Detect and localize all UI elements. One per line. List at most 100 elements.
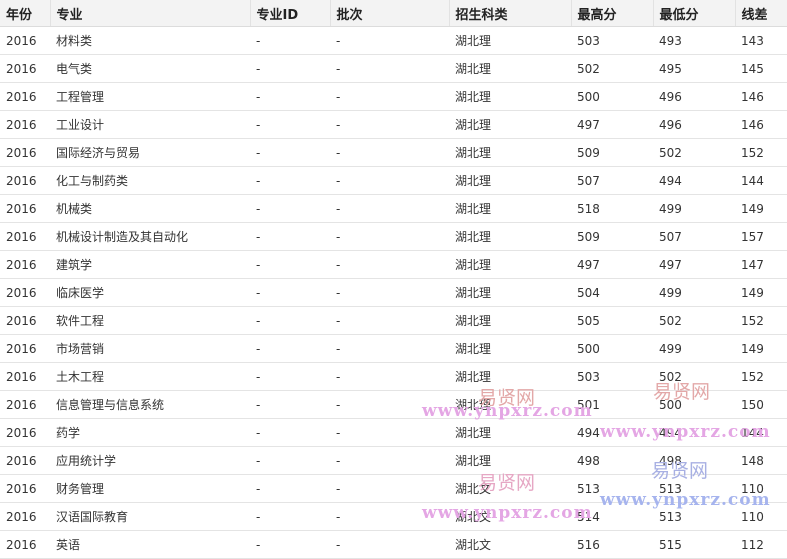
cell-batch: -: [330, 250, 449, 279]
table-row: 2016 建筑学 - - 湖北理 497 497 147: [0, 250, 787, 279]
cell-major-id: -: [250, 26, 330, 55]
cell-major: 建筑学: [50, 250, 250, 279]
cell-min-score: 494: [653, 166, 735, 195]
table-body: 2016 材料类 - - 湖北理 503 493 143 2016 电气类 - - 湖北理 502 495 1…: [0, 26, 787, 559]
cell-max-score: 498: [571, 446, 653, 475]
cell-category: 湖北理: [449, 54, 571, 83]
cell-major: 信息管理与信息系统: [50, 390, 250, 419]
cell-year: 2016: [0, 250, 50, 279]
cell-line-diff: 110: [735, 474, 787, 503]
header-max-score: 最高分: [571, 0, 654, 27]
cell-line-diff: 152: [735, 362, 787, 391]
header-batch: 批次: [330, 0, 450, 27]
cell-max-score: 500: [571, 82, 653, 111]
cell-major: 汉语国际教育: [50, 502, 250, 531]
cell-category: 湖北理: [449, 194, 571, 223]
table-row: 2016 应用统计学 - - 湖北理 498 498 148: [0, 446, 787, 475]
cell-year: 2016: [0, 306, 50, 335]
table-header: 年份 专业 专业ID 批次 招生科类 最高分 最低分 线差: [0, 0, 787, 27]
table-row: 2016 汉语国际教育 - - 湖北文 514 513 110: [0, 502, 787, 531]
cell-year: 2016: [0, 446, 50, 475]
cell-max-score: 497: [571, 250, 653, 279]
cell-line-diff: 146: [735, 82, 787, 111]
cell-major: 市场营销: [50, 334, 250, 363]
cell-line-diff: 144: [735, 166, 787, 195]
cell-line-diff: 145: [735, 54, 787, 83]
cell-max-score: 503: [571, 26, 653, 55]
header-line-diff: 线差: [735, 0, 787, 27]
cell-major: 国际经济与贸易: [50, 138, 250, 167]
cell-min-score: 495: [653, 54, 735, 83]
cell-year: 2016: [0, 138, 50, 167]
cell-line-diff: 149: [735, 278, 787, 307]
cell-category: 湖北理: [449, 418, 571, 447]
cell-major-id: -: [250, 138, 330, 167]
cell-line-diff: 148: [735, 446, 787, 475]
cell-min-score: 502: [653, 138, 735, 167]
table-row: 2016 土木工程 - - 湖北理 503 502 152: [0, 362, 787, 391]
cell-max-score: 513: [571, 474, 653, 503]
cell-min-score: 513: [653, 474, 735, 503]
cell-major: 电气类: [50, 54, 250, 83]
cell-category: 湖北理: [449, 166, 571, 195]
cell-max-score: 500: [571, 334, 653, 363]
cell-batch: -: [330, 110, 449, 139]
cell-major-id: -: [250, 502, 330, 531]
cell-batch: -: [330, 26, 449, 55]
cell-major-id: -: [250, 530, 330, 559]
cell-max-score: 503: [571, 362, 653, 391]
cell-major-id: -: [250, 82, 330, 111]
cell-year: 2016: [0, 278, 50, 307]
cell-line-diff: 112: [735, 530, 787, 559]
cell-year: 2016: [0, 222, 50, 251]
cell-major: 材料类: [50, 26, 250, 55]
table-row: 2016 信息管理与信息系统 - - 湖北理 501 500 150: [0, 390, 787, 419]
cell-batch: -: [330, 474, 449, 503]
cell-min-score: 515: [653, 530, 735, 559]
cell-major: 财务管理: [50, 474, 250, 503]
cell-line-diff: 152: [735, 306, 787, 335]
cell-category: 湖北文: [449, 530, 571, 559]
cell-batch: -: [330, 418, 449, 447]
cell-min-score: 499: [653, 278, 735, 307]
cell-line-diff: 143: [735, 26, 787, 55]
cell-major-id: -: [250, 362, 330, 391]
cell-category: 湖北理: [449, 362, 571, 391]
cell-line-diff: 110: [735, 502, 787, 531]
cell-year: 2016: [0, 110, 50, 139]
cell-batch: -: [330, 278, 449, 307]
cell-major: 英语: [50, 530, 250, 559]
cell-batch: -: [330, 138, 449, 167]
cell-max-score: 507: [571, 166, 653, 195]
table-row: 2016 临床医学 - - 湖北理 504 499 149: [0, 278, 787, 307]
cell-category: 湖北理: [449, 222, 571, 251]
cell-category: 湖北理: [449, 82, 571, 111]
cell-category: 湖北理: [449, 110, 571, 139]
table-row: 2016 电气类 - - 湖北理 502 495 145: [0, 54, 787, 83]
cell-year: 2016: [0, 362, 50, 391]
cell-category: 湖北理: [449, 138, 571, 167]
cell-year: 2016: [0, 418, 50, 447]
cell-major: 土木工程: [50, 362, 250, 391]
table-row: 2016 材料类 - - 湖北理 503 493 143: [0, 26, 787, 55]
cell-year: 2016: [0, 530, 50, 559]
cell-min-score: 502: [653, 362, 735, 391]
header-major: 专业: [50, 0, 251, 27]
cell-min-score: 497: [653, 250, 735, 279]
cell-major: 应用统计学: [50, 446, 250, 475]
cell-year: 2016: [0, 502, 50, 531]
cell-max-score: 501: [571, 390, 653, 419]
cell-major: 工业设计: [50, 110, 250, 139]
cell-max-score: 509: [571, 222, 653, 251]
cell-major-id: -: [250, 334, 330, 363]
cell-major-id: -: [250, 474, 330, 503]
cell-min-score: 500: [653, 390, 735, 419]
table-row: 2016 软件工程 - - 湖北理 505 502 152: [0, 306, 787, 335]
cell-line-diff: 147: [735, 250, 787, 279]
cell-category: 湖北理: [449, 390, 571, 419]
cell-year: 2016: [0, 334, 50, 363]
cell-category: 湖北文: [449, 474, 571, 503]
cell-year: 2016: [0, 26, 50, 55]
cell-major-id: -: [250, 54, 330, 83]
cell-batch: -: [330, 166, 449, 195]
